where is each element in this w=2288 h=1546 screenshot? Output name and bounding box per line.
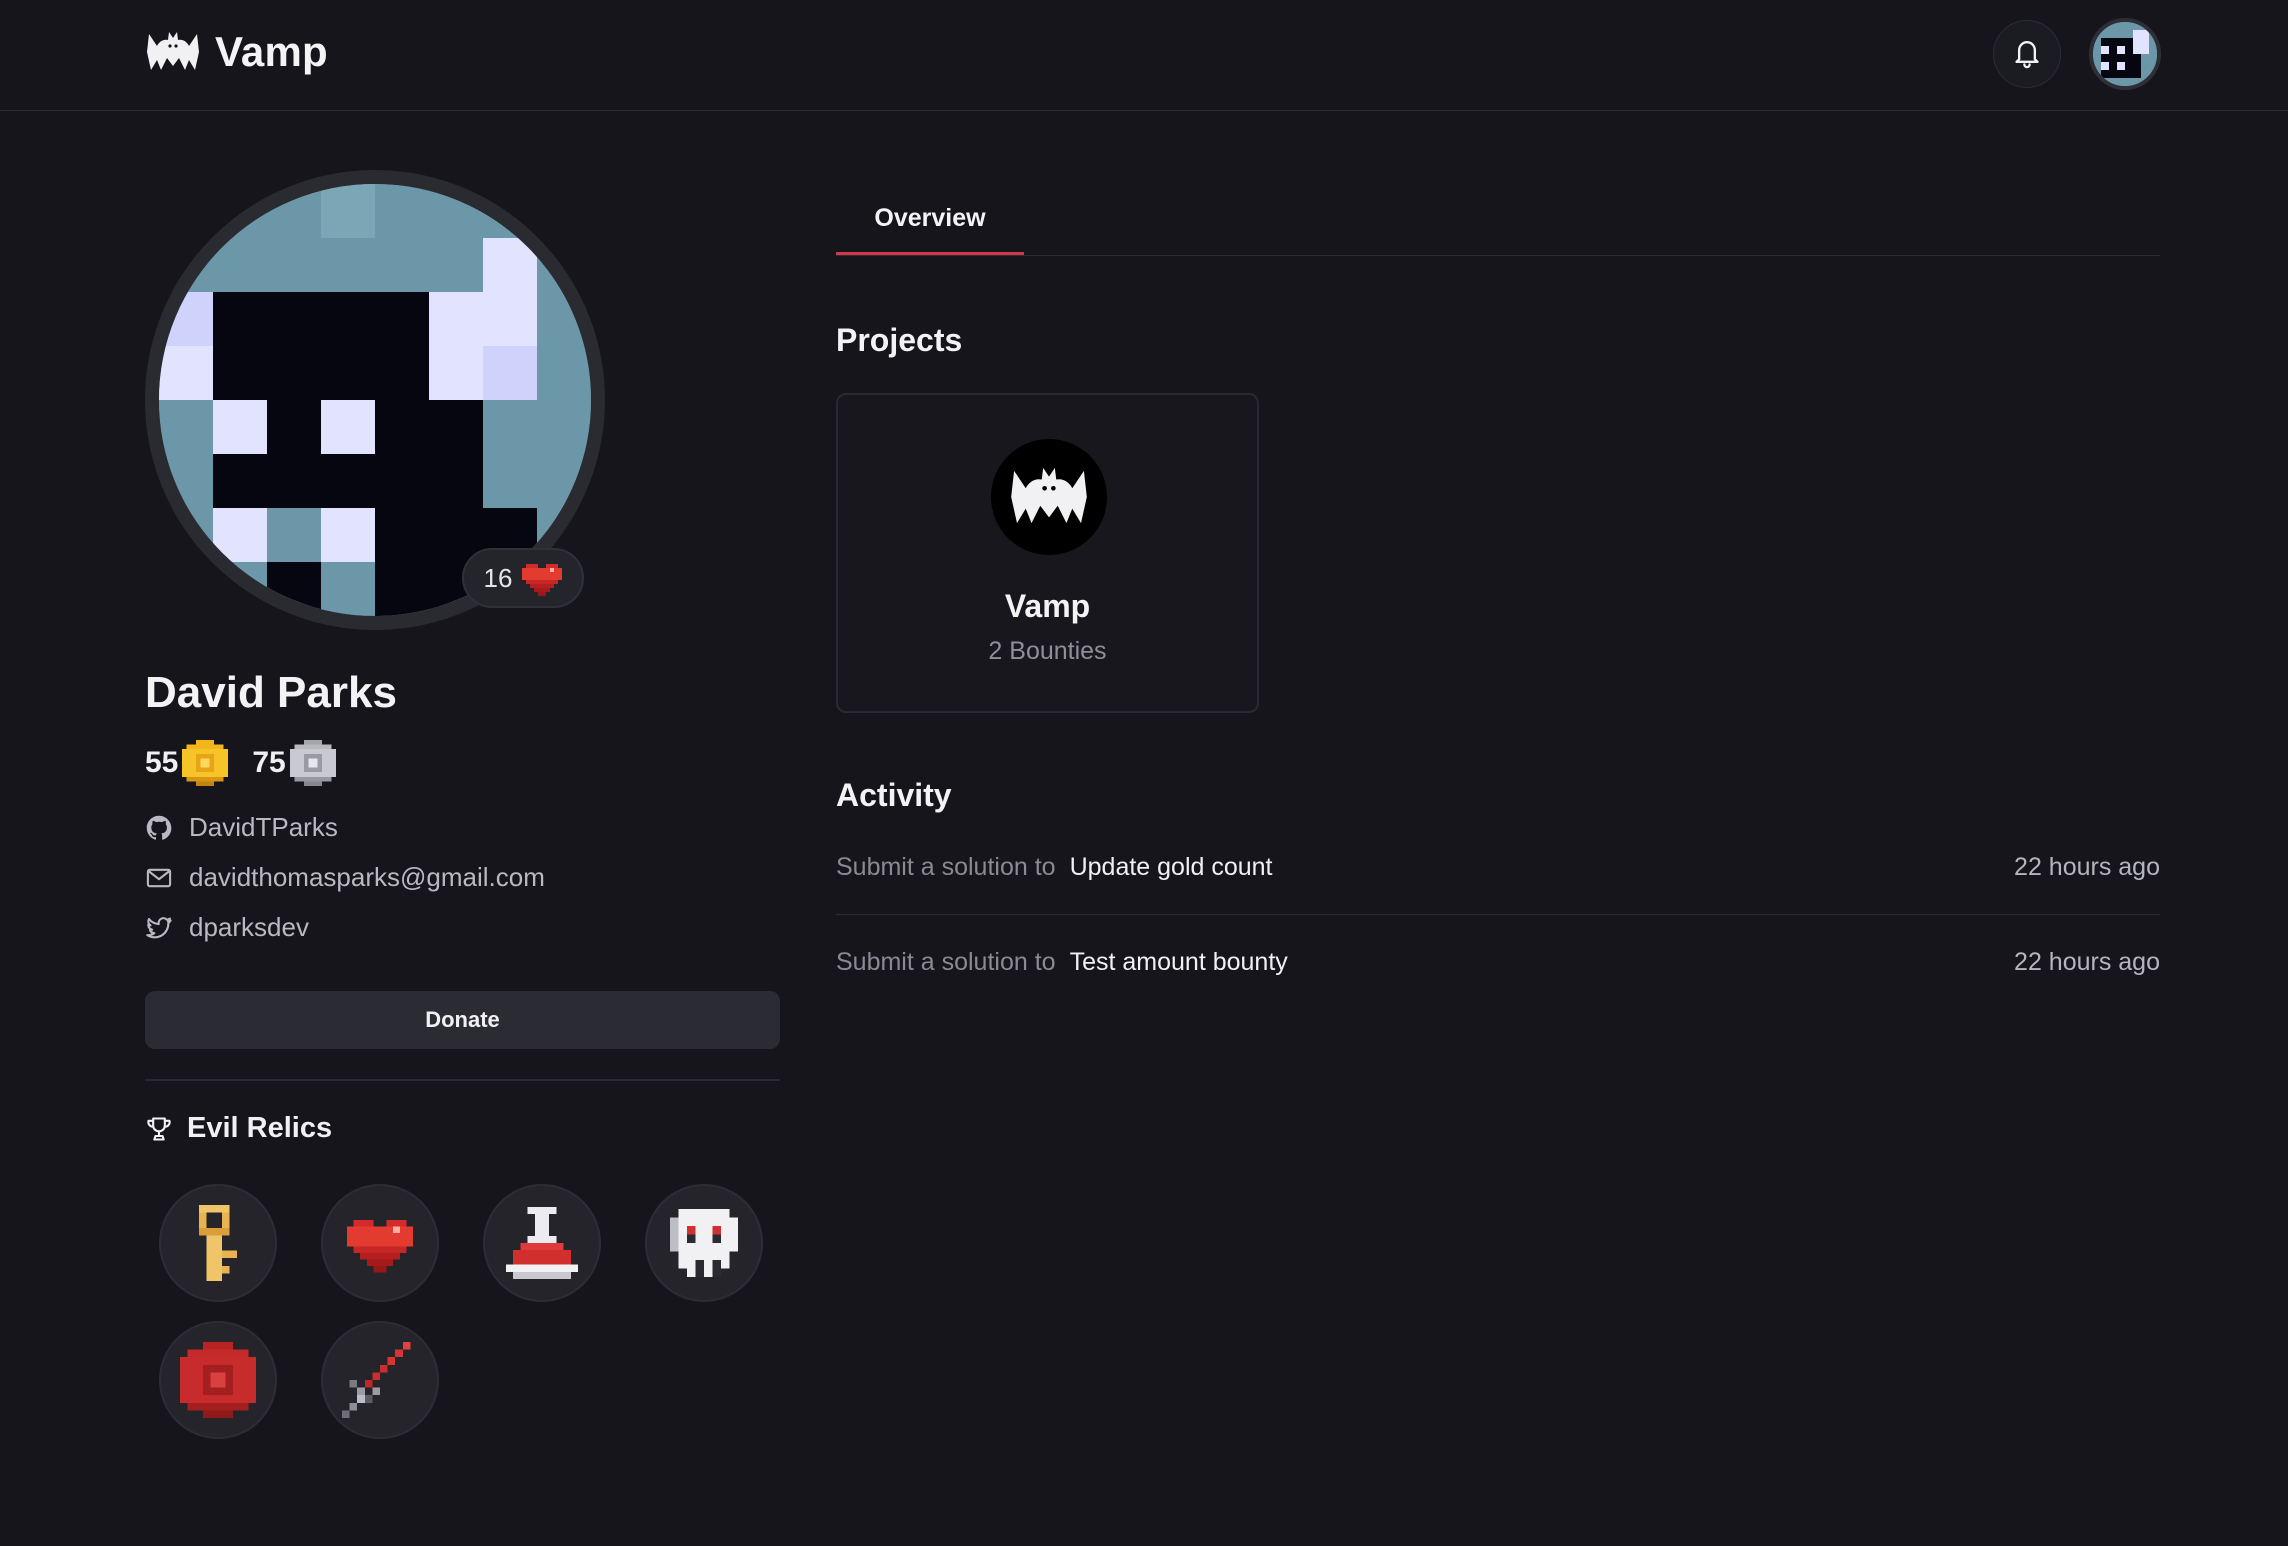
health-badge: 16 <box>462 548 584 608</box>
gold-coin-icon <box>182 740 229 786</box>
heart-icon <box>347 1219 413 1273</box>
silver-balance: 75 <box>252 740 336 786</box>
brand-link[interactable]: Vamp <box>145 28 328 76</box>
key-icon <box>199 1205 237 1281</box>
activity-prefix: Submit a solution to <box>836 947 1056 976</box>
sword-icon <box>342 1342 411 1418</box>
trophy-icon <box>147 1116 171 1141</box>
github-username: DavidTParks <box>189 812 338 842</box>
gold-balance: 55 <box>145 740 229 786</box>
relic-heart[interactable] <box>321 1184 439 1302</box>
silver-coin-icon <box>289 740 336 786</box>
activity-item: Submit a solution to Update gold count 2… <box>836 837 2160 897</box>
gold-count: 55 <box>145 746 179 779</box>
activity-divider <box>836 914 2160 915</box>
projects-heading: Projects <box>836 322 963 358</box>
relic-sword[interactable] <box>321 1321 439 1439</box>
tab-overview[interactable]: Overview <box>836 184 1024 256</box>
heart-count: 16 <box>483 562 513 593</box>
activity-item: Submit a solution to Test amount bounty … <box>836 932 2160 992</box>
user-avatar-menu[interactable] <box>2089 18 2161 90</box>
coin-balances: 55 75 <box>145 740 350 786</box>
notifications-button[interactable] <box>1993 20 2061 88</box>
relic-key[interactable] <box>159 1184 277 1302</box>
silver-count: 75 <box>252 746 286 779</box>
relic-potion[interactable] <box>483 1184 601 1302</box>
activity-bounty-link[interactable]: Update gold count <box>1070 853 1273 882</box>
activity-bounty-link[interactable]: Test amount bounty <box>1070 948 1288 977</box>
project-bounty-count: 2 Bounties <box>988 637 1107 665</box>
activity-heading: Activity <box>836 777 952 813</box>
donate-button[interactable]: Donate <box>145 991 780 1049</box>
top-navigation-bar: Vamp <box>0 0 2288 111</box>
mail-icon <box>146 868 172 887</box>
bat-logo-icon <box>147 32 199 70</box>
activity-timestamp: 22 hours ago <box>2014 852 2160 881</box>
activity-timestamp: 22 hours ago <box>2014 947 2160 976</box>
email-link[interactable]: davidthomasparks@gmail.com <box>145 862 545 893</box>
email-address: davidthomasparks@gmail.com <box>189 862 545 892</box>
potion-icon <box>506 1207 578 1279</box>
relic-skull[interactable] <box>645 1184 763 1302</box>
project-name: Vamp <box>1004 588 1091 624</box>
project-card[interactable]: Vamp 2 Bounties <box>836 393 1259 713</box>
twitter-icon <box>146 916 172 938</box>
twitter-link[interactable]: dparksdev <box>145 912 309 943</box>
activity-prefix: Submit a solution to <box>836 852 1056 881</box>
pixel-avatar-icon <box>2093 22 2157 86</box>
github-link[interactable]: DavidTParks <box>145 812 338 843</box>
divider <box>145 1079 780 1081</box>
red-orb-icon <box>180 1342 256 1418</box>
project-logo <box>991 439 1107 555</box>
tab-underline <box>836 255 2160 256</box>
brand-name: Vamp <box>215 28 328 75</box>
relic-orb[interactable] <box>159 1321 277 1439</box>
heart-icon <box>522 564 563 596</box>
relics-title: Evil Relics <box>187 1112 333 1144</box>
profile-name: David Parks <box>145 668 397 717</box>
skull-icon <box>670 1209 738 1277</box>
relics-heading: Evil Relics <box>145 1112 332 1145</box>
github-icon <box>146 815 172 840</box>
bat-logo-icon <box>1011 467 1087 524</box>
bell-icon <box>2015 41 2039 69</box>
twitter-handle: dparksdev <box>189 912 309 942</box>
